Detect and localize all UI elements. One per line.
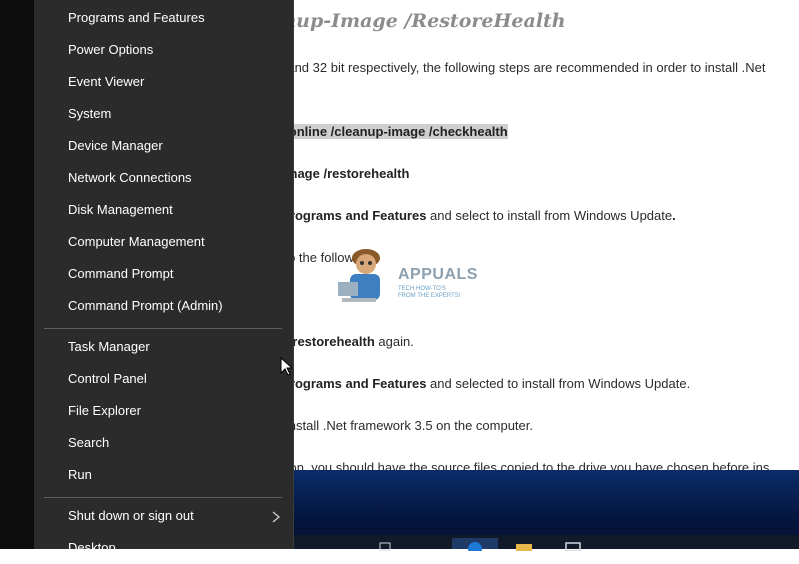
menu-item-label: Desktop bbox=[68, 540, 116, 555]
menu-item-shut-down-or-sign-out[interactable]: Shut down or sign out bbox=[34, 502, 293, 532]
menu-item-label: Shut down or sign out bbox=[68, 508, 194, 523]
menu-item-run[interactable]: Run bbox=[34, 461, 293, 491]
menu-item-device-manager[interactable]: Device Manager bbox=[34, 132, 293, 162]
menu-item-command-prompt-admin[interactable]: Command Prompt (Admin) bbox=[34, 292, 293, 322]
menu-item-disk-management[interactable]: Disk Management bbox=[34, 196, 293, 226]
taskbar-file-explorer-icon[interactable] bbox=[510, 538, 536, 551]
menu-item-search[interactable]: Search bbox=[34, 429, 293, 459]
menu-item-file-explorer[interactable]: File Explorer bbox=[34, 397, 293, 427]
menu-item-label: Command Prompt bbox=[68, 266, 174, 281]
menu-item-label: Power Options bbox=[68, 42, 154, 57]
menu-item-label: Task Manager bbox=[68, 339, 150, 354]
menu-item-computer-management[interactable]: Computer Management bbox=[34, 228, 293, 258]
doc-paragraph: lly install .Net framework 3.5 on the co… bbox=[270, 418, 534, 433]
menu-item-label: Computer Management bbox=[68, 234, 205, 249]
watermark-name: APPUALS bbox=[398, 266, 478, 283]
taskbar-store-icon[interactable] bbox=[560, 538, 586, 552]
menu-item-label: Run bbox=[68, 467, 92, 482]
menu-item-label: Device Manager bbox=[68, 138, 163, 153]
left-edge bbox=[0, 0, 34, 549]
mouse-cursor-icon bbox=[280, 357, 292, 376]
menu-item-label: Disk Management bbox=[68, 202, 173, 217]
appuals-watermark: APPUALS TECH HOW-TO'S FROM THE EXPERTS! bbox=[332, 246, 477, 306]
menu-item-network-connections[interactable]: Network Connections bbox=[34, 164, 293, 194]
doc-text: again. bbox=[374, 334, 414, 349]
doc-step-programs-features: > Programs and Features and select to in… bbox=[270, 208, 676, 223]
menu-item-task-manager[interactable]: Task Manager bbox=[34, 333, 293, 363]
menu-item-label: Search bbox=[68, 435, 110, 450]
menu-item-label: File Explorer bbox=[68, 403, 141, 418]
menu-item-event-viewer[interactable]: Event Viewer bbox=[34, 68, 293, 98]
menu-item-label: Programs and Features bbox=[68, 10, 205, 25]
menu-item-label: Event Viewer bbox=[68, 74, 145, 89]
doc-command-checkhealth: m /online /cleanup-image /checkhealth bbox=[270, 124, 508, 139]
doc-highlight: m /online /cleanup-image /checkhealth bbox=[270, 124, 508, 139]
doc-paragraph: bit and 32 bit respectively, the followi… bbox=[270, 60, 766, 75]
menu-item-command-prompt[interactable]: Command Prompt bbox=[34, 260, 293, 290]
taskbar-edge-icon[interactable] bbox=[452, 538, 498, 556]
doc-text: and select to install from Windows Updat… bbox=[426, 208, 673, 223]
mascot-icon bbox=[338, 249, 380, 302]
doc-text: and selected to install from Windows Upd… bbox=[426, 376, 691, 391]
menu-item-label: Network Connections bbox=[68, 170, 192, 185]
watermark-tagline: TECH HOW-TO'S FROM THE EXPERTS! bbox=[398, 286, 461, 299]
doc-bold-text: Programs and Features bbox=[281, 208, 427, 223]
chevron-right-icon bbox=[272, 511, 281, 523]
doc-bold-text: Programs and Features bbox=[281, 376, 427, 391]
menu-item-label: Control Panel bbox=[68, 371, 147, 386]
doc-heading: anup-Image /RestoreHealth bbox=[270, 10, 566, 32]
menu-item-programs-and-features[interactable]: Programs and Features bbox=[34, 4, 293, 34]
menu-item-label: System bbox=[68, 106, 112, 121]
doc-step-programs-features-2: > Programs and Features and selected to … bbox=[270, 376, 690, 391]
menu-item-power-options[interactable]: Power Options bbox=[34, 36, 293, 66]
menu-item-desktop[interactable]: Desktop bbox=[34, 534, 293, 564]
menu-item-label: Command Prompt (Admin) bbox=[68, 298, 223, 313]
taskbar-task-view-icon[interactable] bbox=[372, 538, 398, 551]
doc-bold-text: . bbox=[672, 208, 676, 223]
menu-separator bbox=[44, 497, 282, 498]
power-user-menu: Programs and Features Power Options Even… bbox=[34, 0, 294, 555]
menu-item-system[interactable]: System bbox=[34, 100, 293, 130]
menu-item-control-panel[interactable]: Control Panel bbox=[34, 365, 293, 395]
menu-separator bbox=[44, 328, 282, 329]
